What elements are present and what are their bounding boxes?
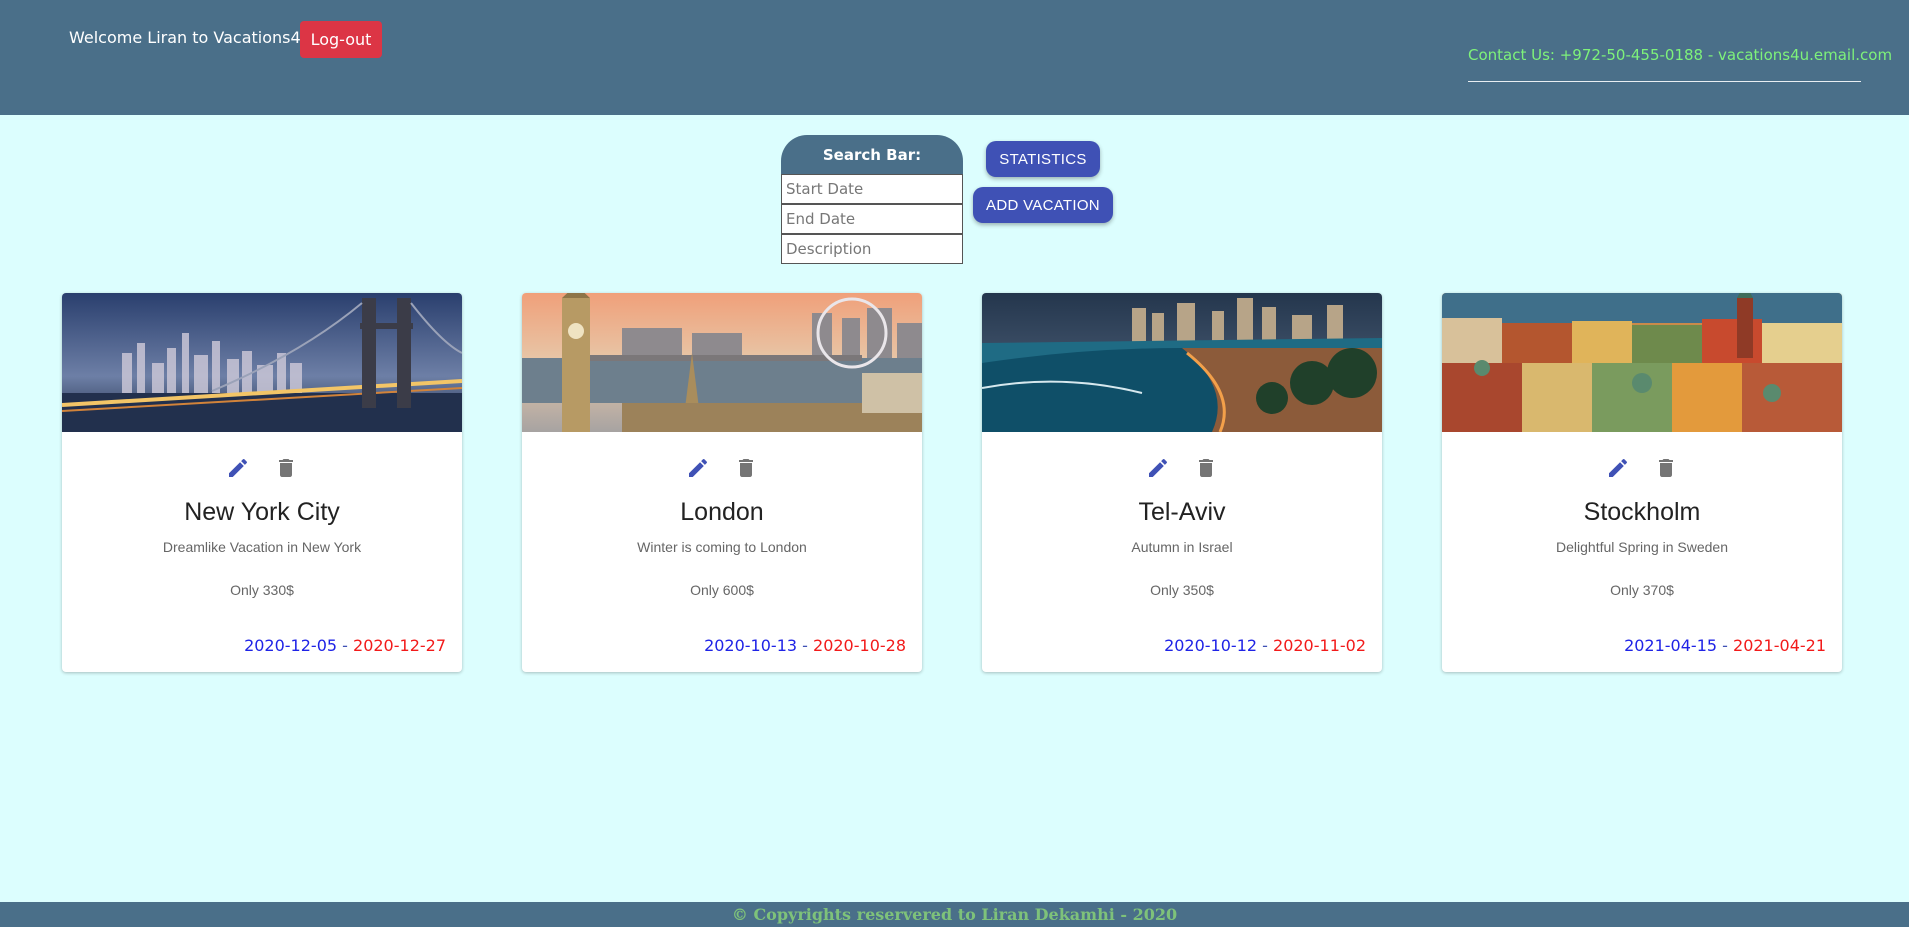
vacation-dates: 2020-10-13 - 2020-10-28 bbox=[704, 636, 906, 655]
vacation-price: Only 350$ bbox=[1150, 582, 1214, 598]
vacation-title: New York City bbox=[184, 498, 340, 526]
edit-icon[interactable] bbox=[226, 456, 250, 480]
search-bar-title: Search Bar: bbox=[781, 135, 963, 174]
vacation-dates: 2020-10-12 - 2020-11-02 bbox=[1164, 636, 1366, 655]
vacation-price: Only 600$ bbox=[690, 582, 754, 598]
start-date: 2021-04-15 bbox=[1624, 636, 1718, 655]
start-date: 2020-10-13 bbox=[704, 636, 798, 655]
vacation-card: New York City Dreamlike Vacation in New … bbox=[62, 293, 462, 672]
vacation-image bbox=[982, 293, 1382, 432]
delete-icon[interactable] bbox=[734, 456, 758, 480]
welcome-text: Welcome Liran to Vacations4U! bbox=[69, 28, 319, 47]
date-separator: - bbox=[342, 636, 348, 655]
vacation-title: Tel-Aviv bbox=[1138, 498, 1226, 526]
card-actions bbox=[62, 456, 462, 480]
vacation-description: Dreamlike Vacation in New York bbox=[162, 539, 362, 555]
vacation-title: London bbox=[680, 498, 764, 526]
end-date: 2020-12-27 bbox=[353, 636, 446, 655]
vacation-image bbox=[1442, 293, 1842, 432]
card-actions bbox=[982, 456, 1382, 480]
delete-icon[interactable] bbox=[274, 456, 298, 480]
vacation-price: Only 370$ bbox=[1610, 582, 1674, 598]
vacation-price: Only 330$ bbox=[230, 582, 294, 598]
end-date: 2021-04-21 bbox=[1733, 636, 1826, 655]
date-separator: - bbox=[1722, 636, 1728, 655]
end-date: 2020-10-28 bbox=[813, 636, 906, 655]
date-separator: - bbox=[1262, 636, 1268, 655]
logout-button[interactable]: Log-out bbox=[300, 21, 382, 58]
vacation-description: Autumn in Israel bbox=[1131, 539, 1233, 555]
footer-copyright: © Copyrights reservered to Liran Dekamhi… bbox=[0, 902, 1909, 927]
start-date: 2020-12-05 bbox=[244, 636, 338, 655]
card-actions bbox=[1442, 456, 1842, 480]
edit-icon[interactable] bbox=[686, 456, 710, 480]
top-header: Welcome Liran to Vacations4U! Log-out Co… bbox=[0, 0, 1909, 115]
description-input[interactable] bbox=[781, 234, 963, 264]
statistics-button[interactable]: STATISTICS bbox=[986, 141, 1100, 177]
date-separator: - bbox=[802, 636, 808, 655]
vacation-dates: 2021-04-15 - 2021-04-21 bbox=[1624, 636, 1826, 655]
vacation-title: Stockholm bbox=[1583, 498, 1701, 526]
end-date: 2020-11-02 bbox=[1273, 636, 1366, 655]
end-date-input[interactable] bbox=[781, 204, 963, 234]
delete-icon[interactable] bbox=[1194, 456, 1218, 480]
vacation-dates: 2020-12-05 - 2020-12-27 bbox=[244, 636, 446, 655]
vacation-image bbox=[522, 293, 922, 432]
edit-icon[interactable] bbox=[1146, 456, 1170, 480]
vacation-description: Winter is coming to London bbox=[637, 539, 807, 555]
add-vacation-button[interactable]: ADD VACATION bbox=[973, 187, 1113, 223]
vacation-card: Stockholm Delightful Spring in Sweden On… bbox=[1442, 293, 1842, 672]
start-date: 2020-10-12 bbox=[1164, 636, 1258, 655]
edit-icon[interactable] bbox=[1606, 456, 1630, 480]
contact-underline bbox=[1468, 81, 1861, 82]
vacation-description: Delightful Spring in Sweden bbox=[1556, 539, 1728, 555]
delete-icon[interactable] bbox=[1654, 456, 1678, 480]
vacation-card: London Winter is coming to London Only 6… bbox=[522, 293, 922, 672]
card-actions bbox=[522, 456, 922, 480]
contact-link[interactable]: Contact Us: +972-50-455-0188 - vacations… bbox=[1468, 46, 1892, 64]
start-date-input[interactable] bbox=[781, 174, 963, 204]
vacation-image bbox=[62, 293, 462, 432]
vacation-card: Tel-Aviv Autumn in Israel Only 350$ 2020… bbox=[982, 293, 1382, 672]
search-bar: Search Bar: bbox=[781, 135, 963, 264]
